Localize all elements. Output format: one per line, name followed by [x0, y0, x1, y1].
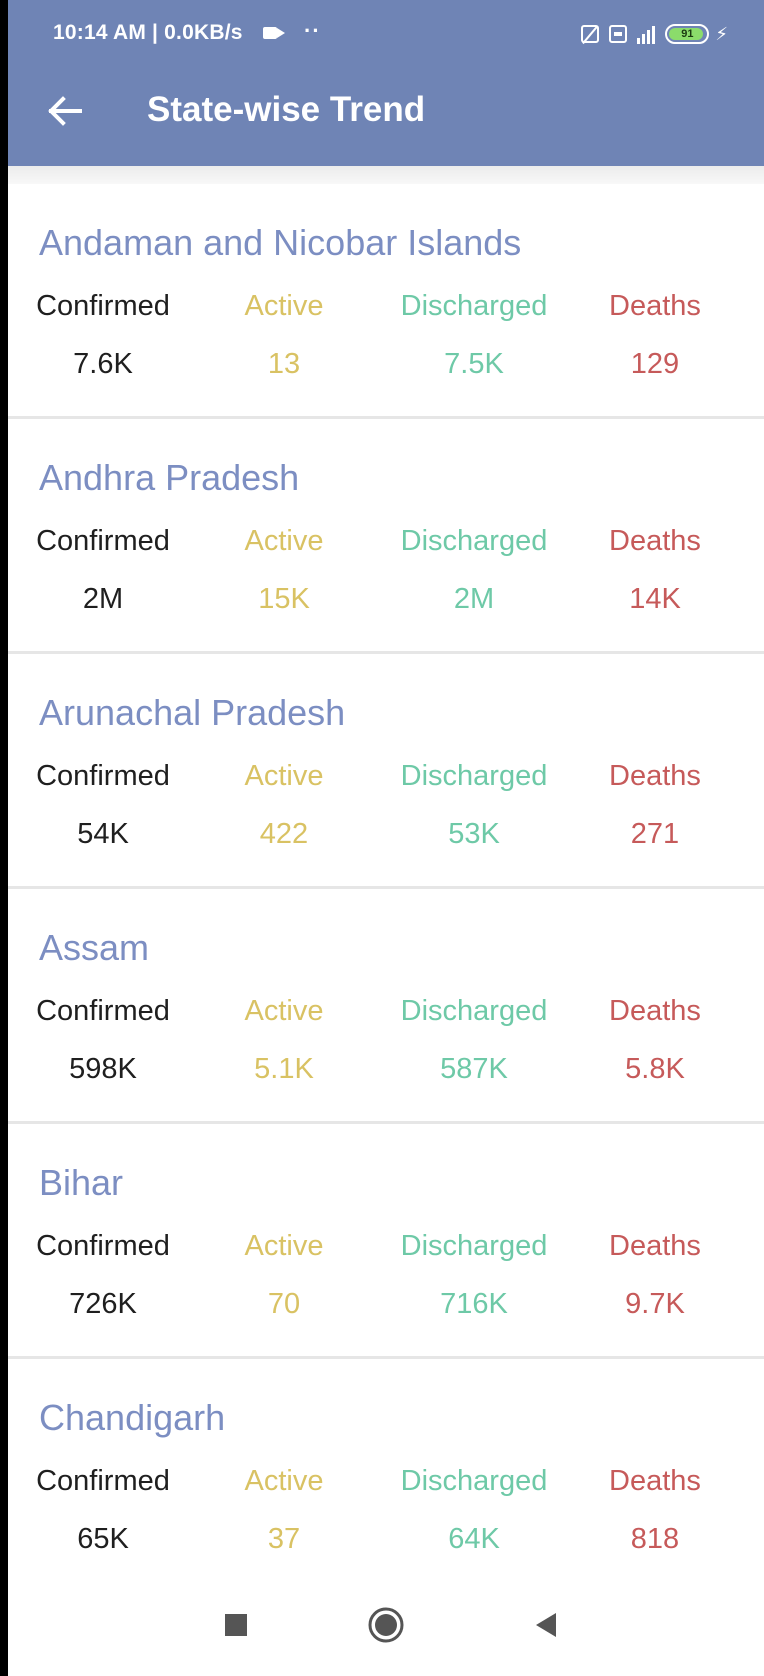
state-name: Bihar [39, 1162, 124, 1203]
status-time-speed: 10:14 AM | 0.0KB/s [53, 21, 243, 44]
confirmed-value: 7.6K [73, 348, 133, 380]
active-value: 70 [267, 1288, 301, 1320]
deaths-value: 818 [630, 1523, 680, 1555]
active-label: Active [244, 995, 324, 1027]
state-card[interactable]: Chandigarh Confirmed Active Discharged D… [8, 1359, 764, 1594]
active-value: 5.1K [254, 1053, 314, 1085]
discharged-value: 7.5K [444, 348, 504, 380]
discharged-label: Discharged [400, 1230, 548, 1262]
state-list[interactable]: Andaman and Nicobar Islands Confirmed Ac… [8, 184, 764, 1594]
screen-off-icon [581, 25, 600, 43]
battery-icon: 91 [665, 24, 710, 44]
discharged-label: Discharged [400, 290, 548, 322]
state-name: Andaman and Nicobar Islands [39, 222, 522, 263]
deaths-label: Deaths [609, 525, 701, 557]
confirmed-label: Confirmed [36, 290, 170, 322]
confirmed-label: Confirmed [36, 525, 170, 557]
battery-level: 91 [681, 28, 694, 40]
active-value: 422 [259, 818, 309, 850]
deaths-value: 5.8K [625, 1053, 685, 1085]
deaths-value: 271 [630, 818, 680, 850]
page-title: State-wise Trend [147, 90, 426, 129]
nav-back-button[interactable] [518, 1600, 574, 1650]
discharged-label: Discharged [400, 525, 548, 557]
active-value: 15K [258, 583, 310, 615]
notification-dots: ·· [304, 18, 321, 43]
discharged-value: 2M [453, 583, 495, 615]
back-triangle-icon [536, 1613, 556, 1637]
signal-icon [637, 24, 656, 44]
app-bar-shadow [8, 166, 764, 184]
back-button[interactable] [42, 88, 88, 134]
state-name: Andhra Pradesh [39, 457, 300, 498]
active-label: Active [244, 1465, 324, 1497]
confirmed-label: Confirmed [36, 1465, 170, 1497]
home-button[interactable] [358, 1600, 414, 1650]
confirmed-label: Confirmed [36, 995, 170, 1027]
home-circle-icon [368, 1607, 404, 1643]
recents-button[interactable] [208, 1600, 264, 1650]
app-screen: 10:14 AM | 0.0KB/s ·· 91 ⚡ State-wise Tr… [8, 0, 764, 1676]
video-camera-icon [263, 27, 285, 39]
deaths-value: 14K [629, 583, 681, 615]
deaths-value: 129 [630, 348, 680, 380]
discharged-value: 587K [440, 1053, 508, 1085]
deaths-label: Deaths [609, 290, 701, 322]
active-label: Active [244, 760, 324, 792]
discharged-value: 53K [448, 818, 500, 850]
state-card[interactable]: Assam Confirmed Active Discharged Deaths… [8, 889, 764, 1124]
state-card[interactable]: Andaman and Nicobar Islands Confirmed Ac… [8, 184, 764, 419]
deaths-label: Deaths [609, 1465, 701, 1497]
deaths-value: 9.7K [625, 1288, 685, 1320]
discharged-label: Discharged [400, 760, 548, 792]
state-name: Arunachal Pradesh [39, 692, 346, 733]
confirmed-value: 54K [77, 818, 129, 850]
discharged-label: Discharged [400, 995, 548, 1027]
confirmed-label: Confirmed [36, 760, 170, 792]
arrow-left-icon [48, 96, 82, 126]
active-value: 13 [267, 348, 301, 380]
status-bar: 10:14 AM | 0.0KB/s ·· 91 ⚡ [8, 0, 764, 68]
discharged-label: Discharged [400, 1465, 548, 1497]
deaths-label: Deaths [609, 995, 701, 1027]
deaths-label: Deaths [609, 760, 701, 792]
active-label: Active [244, 525, 324, 557]
discharged-value: 716K [440, 1288, 508, 1320]
hd-voice-icon [609, 25, 628, 43]
app-bar: 10:14 AM | 0.0KB/s ·· 91 ⚡ State-wise Tr… [8, 0, 764, 166]
recents-square-icon [225, 1614, 247, 1636]
active-label: Active [244, 1230, 324, 1262]
status-icons: 91 ⚡ [581, 22, 728, 46]
active-label: Active [244, 290, 324, 322]
confirmed-label: Confirmed [36, 1230, 170, 1262]
confirmed-value: 598K [69, 1053, 137, 1085]
charging-bolt-icon: ⚡ [715, 23, 728, 44]
confirmed-value: 65K [77, 1523, 129, 1555]
active-value: 37 [267, 1523, 301, 1555]
confirmed-value: 2M [82, 583, 124, 615]
state-card[interactable]: Bihar Confirmed Active Discharged Deaths… [8, 1124, 764, 1359]
state-card[interactable]: Arunachal Pradesh Confirmed Active Disch… [8, 654, 764, 889]
confirmed-value: 726K [69, 1288, 137, 1320]
state-name: Chandigarh [39, 1397, 226, 1438]
state-card[interactable]: Andhra Pradesh Confirmed Active Discharg… [8, 419, 764, 654]
deaths-label: Deaths [609, 1230, 701, 1262]
system-nav-bar [8, 1580, 764, 1676]
discharged-value: 64K [448, 1523, 500, 1555]
state-name: Assam [39, 927, 150, 968]
